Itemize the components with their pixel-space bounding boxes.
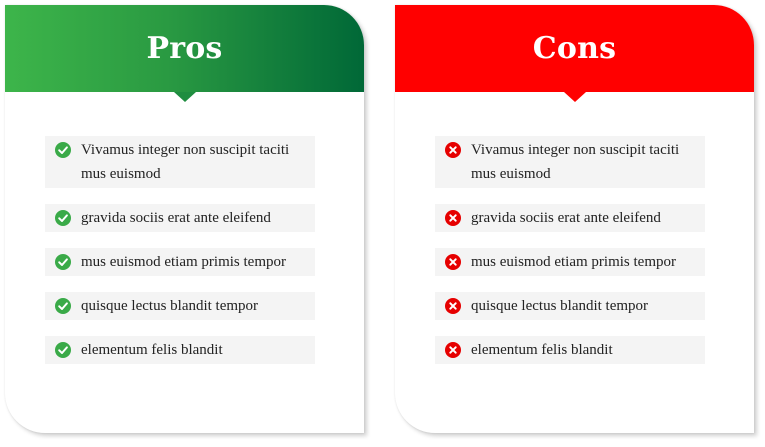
cons-title: Cons [532, 31, 617, 66]
pros-item: Vivamus integer non suscipit taciti mus … [45, 136, 315, 188]
cons-item: quisque lectus blandit tempor [435, 292, 705, 320]
pros-list: Vivamus integer non suscipit taciti mus … [45, 136, 315, 380]
cons-item-text: quisque lectus blandit tempor [471, 298, 649, 314]
cons-item: mus euismod etiam primis tempor [435, 248, 705, 276]
cons-item-text: elementum felis blandit [471, 342, 613, 358]
cons-list: Vivamus integer non suscipit taciti mus … [435, 136, 705, 380]
pros-card: Pros Vivamus integer non suscipit taciti… [5, 5, 364, 433]
pros-item: mus euismod etiam primis tempor [45, 248, 315, 276]
cons-item-text: mus euismod etiam primis tempor [471, 254, 676, 270]
pros-title: Pros [146, 31, 223, 66]
pros-item: gravida sociis erat ante eleifend [45, 204, 315, 232]
cons-item: gravida sociis erat ante eleifend [435, 204, 705, 232]
cons-item: elementum felis blandit [435, 336, 705, 364]
pros-item-text: mus euismod etiam primis tempor [81, 254, 286, 270]
check-circle-icon [55, 254, 71, 270]
check-circle-icon [55, 142, 71, 158]
cons-item-text: Vivamus integer non suscipit taciti mus … [471, 142, 680, 182]
pros-item: quisque lectus blandit tempor [45, 292, 315, 320]
pros-item-text: quisque lectus blandit tempor [81, 298, 259, 314]
pros-item: elementum felis blandit [45, 336, 315, 364]
x-circle-icon [445, 210, 461, 226]
check-circle-icon [55, 298, 71, 314]
check-circle-icon [55, 342, 71, 358]
pros-cons-widget: Pros Vivamus integer non suscipit taciti… [0, 0, 765, 447]
pros-item-text: elementum felis blandit [81, 342, 223, 358]
pros-item-text: Vivamus integer non suscipit taciti mus … [81, 142, 290, 182]
cons-header: Cons [395, 5, 754, 102]
check-circle-icon [55, 210, 71, 226]
pros-item-text: gravida sociis erat ante eleifend [81, 210, 271, 226]
cons-item-text: gravida sociis erat ante eleifend [471, 210, 661, 226]
cons-card: Cons Vivamus integer non suscipit taciti… [395, 5, 754, 433]
cons-item: Vivamus integer non suscipit taciti mus … [435, 136, 705, 188]
x-circle-icon [445, 142, 461, 158]
x-circle-icon [445, 298, 461, 314]
x-circle-icon [445, 342, 461, 358]
x-circle-icon [445, 254, 461, 270]
pros-header: Pros [5, 5, 364, 102]
